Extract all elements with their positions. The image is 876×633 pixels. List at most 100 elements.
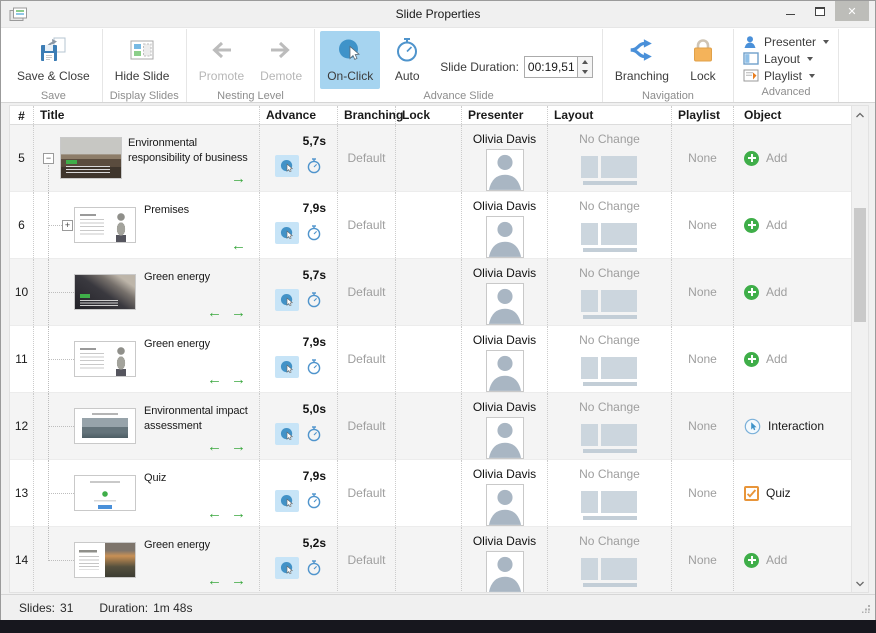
branching-cell[interactable]: Default — [338, 393, 396, 459]
slide-thumbnail[interactable] — [74, 274, 136, 310]
lock-cell[interactable] — [396, 259, 462, 325]
save-close-button[interactable]: Save & Close — [10, 31, 97, 89]
add-icon[interactable] — [744, 151, 759, 166]
auto-advance-button[interactable] — [306, 292, 322, 308]
spinner-down[interactable] — [578, 67, 592, 77]
vertical-scrollbar[interactable] — [851, 106, 868, 592]
lock-cell[interactable] — [396, 326, 462, 392]
interaction-object[interactable] — [744, 418, 761, 435]
slide-thumbnail[interactable] — [74, 341, 136, 377]
lock-cell[interactable] — [396, 393, 462, 459]
on-click-button[interactable]: On-Click — [320, 31, 380, 89]
playlist-menu[interactable]: Playlist — [739, 68, 833, 84]
move-left-arrow[interactable]: ← — [207, 439, 222, 454]
move-left-arrow[interactable]: ← — [207, 573, 222, 588]
auto-advance-button[interactable] — [306, 359, 322, 375]
slide-duration-input[interactable] — [524, 56, 578, 78]
playlist-cell[interactable]: None — [672, 259, 734, 325]
move-right-arrow[interactable]: → — [231, 305, 246, 320]
object-add-label[interactable]: Add — [766, 285, 787, 299]
slide-thumbnail[interactable] — [74, 207, 136, 243]
move-right-arrow[interactable]: → — [231, 506, 246, 521]
expand-toggle[interactable]: + — [62, 220, 73, 231]
object-add-label[interactable]: Add — [766, 553, 787, 567]
auto-advance-button[interactable] — [306, 158, 322, 174]
lock-cell[interactable] — [396, 460, 462, 526]
move-left-arrow[interactable]: ← — [207, 305, 222, 320]
spinner-up[interactable] — [578, 57, 592, 67]
quiz-icon[interactable] — [744, 486, 759, 501]
add-icon[interactable] — [744, 218, 759, 233]
layout-cell[interactable]: No Change — [548, 192, 672, 258]
playlist-cell[interactable]: None — [672, 125, 734, 191]
object-interaction-label[interactable]: Interaction — [768, 419, 824, 433]
auto-advance-button[interactable] — [306, 493, 322, 509]
layout-menu[interactable]: Layout — [739, 51, 833, 67]
resize-grip[interactable] — [861, 602, 870, 616]
expand-toggle[interactable]: − — [43, 153, 54, 164]
scroll-down-button[interactable] — [852, 576, 868, 591]
slide-thumbnail[interactable] — [60, 137, 122, 179]
object-quiz-label[interactable]: Quiz — [766, 486, 791, 500]
table-row[interactable]: 11Green energy←→7,9sDefaultOlivia DavisN… — [10, 326, 851, 393]
column-header-advance[interactable]: Advance — [260, 106, 338, 124]
move-left-arrow[interactable]: ← — [207, 372, 222, 387]
branching-cell[interactable]: Default — [338, 259, 396, 325]
column-header-playlist[interactable]: Playlist — [672, 106, 734, 124]
table-row[interactable]: 5−Environmental responsibility of busine… — [10, 125, 851, 192]
on-click-advance-button[interactable] — [275, 155, 299, 177]
branching-cell[interactable]: Default — [338, 527, 396, 592]
presenter-cell[interactable]: Olivia Davis — [462, 125, 548, 191]
playlist-cell[interactable]: None — [672, 527, 734, 592]
auto-advance-button[interactable] — [306, 560, 322, 576]
branching-cell[interactable]: Default — [338, 460, 396, 526]
move-right-arrow[interactable]: → — [231, 171, 246, 186]
column-header-branching[interactable]: Branching — [338, 106, 396, 124]
table-row[interactable]: 10Green energy←→5,7sDefaultOlivia DavisN… — [10, 259, 851, 326]
layout-cell[interactable]: No Change — [548, 393, 672, 459]
layout-cell[interactable]: No Change — [548, 460, 672, 526]
on-click-advance-button[interactable] — [275, 490, 299, 512]
table-row[interactable]: 13Quiz←→7,9sDefaultOlivia DavisNo Change… — [10, 460, 851, 527]
column-header-number[interactable]: # — [10, 106, 34, 124]
presenter-cell[interactable]: Olivia Davis — [462, 259, 548, 325]
auto-button[interactable]: Auto — [382, 31, 432, 89]
lock-button[interactable]: Lock — [678, 31, 728, 89]
presenter-menu[interactable]: Presenter — [739, 34, 833, 50]
move-left-arrow[interactable]: ← — [231, 238, 246, 253]
branching-cell[interactable]: Default — [338, 192, 396, 258]
slide-thumbnail[interactable] — [74, 475, 136, 511]
layout-cell[interactable]: No Change — [548, 326, 672, 392]
lock-cell[interactable] — [396, 192, 462, 258]
column-header-layout[interactable]: Layout — [548, 106, 672, 124]
on-click-advance-button[interactable] — [275, 557, 299, 579]
layout-cell[interactable]: No Change — [548, 259, 672, 325]
auto-advance-button[interactable] — [306, 225, 322, 241]
playlist-cell[interactable]: None — [672, 393, 734, 459]
on-click-advance-button[interactable] — [275, 356, 299, 378]
demote-button[interactable]: Demote — [253, 31, 309, 89]
column-header-lock[interactable]: Lock — [396, 106, 462, 124]
playlist-cell[interactable]: None — [672, 192, 734, 258]
move-right-arrow[interactable]: → — [231, 372, 246, 387]
column-header-object[interactable]: Object — [734, 106, 851, 124]
move-left-arrow[interactable]: ← — [207, 506, 222, 521]
scroll-up-button[interactable] — [852, 107, 868, 122]
object-add-label[interactable]: Add — [766, 352, 787, 366]
minimize-button[interactable] — [775, 1, 805, 21]
presenter-cell[interactable]: Olivia Davis — [462, 326, 548, 392]
object-add-label[interactable]: Add — [766, 151, 787, 165]
hide-slide-button[interactable]: Hide Slide — [108, 31, 177, 89]
table-row[interactable]: 6+Premises←7,9sDefaultOlivia DavisNo Cha… — [10, 192, 851, 259]
maximize-button[interactable] — [805, 1, 835, 21]
presenter-cell[interactable]: Olivia Davis — [462, 527, 548, 592]
on-click-advance-button[interactable] — [275, 423, 299, 445]
close-button[interactable]: ✕ — [835, 1, 869, 21]
playlist-cell[interactable]: None — [672, 326, 734, 392]
slide-thumbnail[interactable] — [74, 542, 136, 578]
promote-button[interactable]: Promote — [192, 31, 251, 89]
column-header-presenter[interactable]: Presenter — [462, 106, 548, 124]
move-right-arrow[interactable]: → — [231, 439, 246, 454]
branching-cell[interactable]: Default — [338, 125, 396, 191]
move-right-arrow[interactable]: → — [231, 573, 246, 588]
